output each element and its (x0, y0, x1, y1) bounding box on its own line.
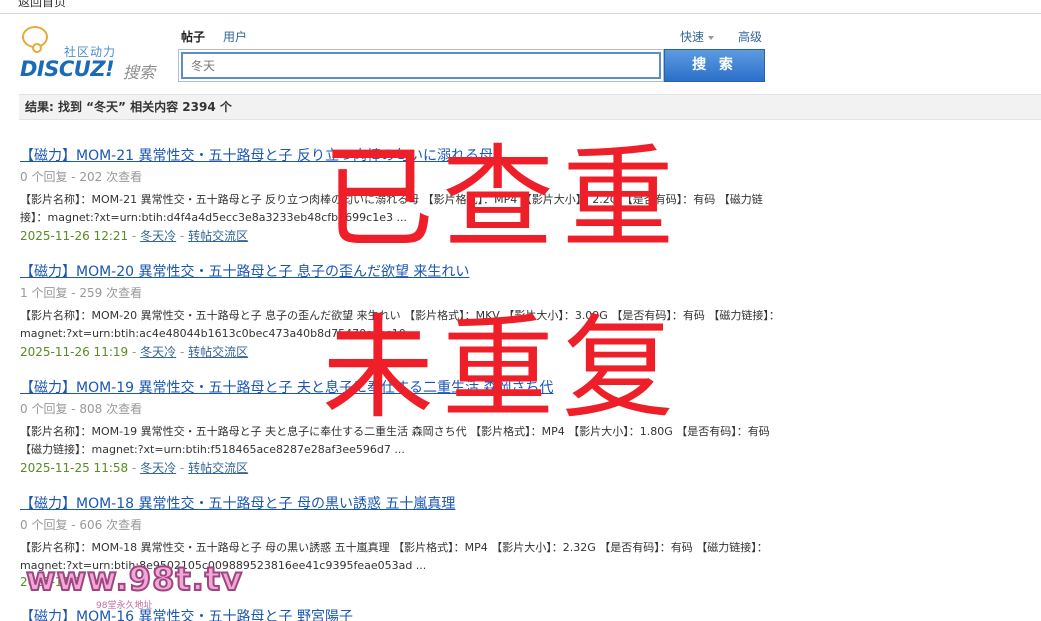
result-stats: 0 个回复 - 202 次查看 (20, 170, 143, 184)
advanced-search-link[interactable]: 高级 (738, 28, 762, 45)
result-forum-link[interactable]: 转帖交流区 (188, 345, 248, 359)
result-forum-link[interactable]: 转帖交流区 (188, 229, 248, 243)
top-strip: 返回首页 (0, 0, 1041, 14)
speech-bubble-icon (22, 26, 48, 53)
result-title-link[interactable]: 【磁力】MOM-21 異常性交・五十路母と子 反り立つ肉棒の匂いに溺れる母 (20, 145, 1030, 165)
result-stats: 0 个回复 - 606 次查看 (20, 518, 143, 532)
result-stats: 1 个回复 - 259 次查看 (20, 286, 143, 300)
result-item: 【磁力】MOM-21 異常性交・五十路母と子 反り立つ肉棒の匂いに溺れる母 0 … (20, 145, 1030, 244)
quick-search-label: 快速 (680, 30, 705, 44)
search-input[interactable] (181, 52, 661, 79)
result-meta: 2025-11-26 11:19 - 冬天冷 - 转帖交流区 (20, 345, 249, 359)
result-title-link[interactable]: 【磁力】MOM-20 異常性交・五十路母と子 息子の歪んだ欲望 来生れい (20, 261, 1030, 281)
result-date: 2025-11-26 11:19 (20, 345, 129, 359)
result-summary: 结果: 找到 “冬天” 相关内容 2394 个 (19, 94, 1041, 120)
quick-search-dropdown[interactable]: 快速 (680, 28, 715, 45)
logo-sub: 搜索 (123, 63, 156, 82)
tab-posts[interactable]: 帖子 (181, 28, 205, 45)
result-meta: 2025-11-26 12:21 - 冬天冷 - 转帖交流区 (20, 229, 249, 243)
tab-users[interactable]: 用户 (223, 28, 247, 45)
result-title-link[interactable]: 【磁力】MOM-18 異常性交・五十路母と子 母の黒い誘惑 五十嵐真理 (20, 493, 1030, 513)
result-description: 【影片名称】：MOM-19 異常性交・五十路母と子 夫と息子に奉仕する二重生活 … (20, 425, 770, 456)
result-date: 2025-11-26 12:21 (20, 229, 129, 243)
site-watermark: www.98t.tv (25, 559, 243, 599)
result-item: 【磁力】MOM-16 異常性交・五十路母と子 野宮陽子 (20, 606, 1030, 621)
result-description: 【影片名称】：MOM-20 異常性交・五十路母と子 息子の歪んだ欲望 来生れい … (20, 309, 780, 340)
result-item: 【磁力】MOM-19 異常性交・五十路母と子 夫と息子に奉仕する二重生活 森岡さ… (20, 377, 1030, 476)
result-title-link[interactable]: 【磁力】MOM-19 異常性交・五十路母と子 夫と息子に奉仕する二重生活 森岡さ… (20, 377, 1030, 397)
result-title-link[interactable]: 【磁力】MOM-16 異常性交・五十路母と子 野宮陽子 (20, 606, 1030, 621)
result-author-link[interactable]: 冬天冷 (140, 229, 176, 243)
result-item: 【磁力】MOM-20 異常性交・五十路母と子 息子の歪んだ欲望 来生れい 1 个… (20, 261, 1030, 360)
back-home-link[interactable]: 返回首页 (18, 0, 66, 10)
result-stats: 0 个回复 - 808 次查看 (20, 402, 143, 416)
discuz-logo[interactable]: 社区动力 DISCUZ! 搜索 (20, 26, 170, 82)
result-description: 【影片名称】：MOM-21 異常性交・五十路母と子 反り立つ肉棒の匂いに溺れる母… (20, 193, 763, 224)
chevron-down-icon (708, 35, 715, 40)
search-button[interactable]: 搜 索 (664, 49, 765, 82)
result-forum-link[interactable]: 转帖交流区 (188, 461, 248, 475)
watermark-subtitle: 98堂永久地址 (96, 601, 153, 611)
logo-brand: DISCUZ! (20, 57, 115, 81)
result-author-link[interactable]: 冬天冷 (140, 461, 176, 475)
result-author-link[interactable]: 冬天冷 (140, 345, 176, 359)
result-date: 2025-11-25 11:58 (20, 461, 129, 475)
result-meta: 2025-11-25 11:58 - 冬天冷 - 转帖交流区 (20, 461, 249, 475)
